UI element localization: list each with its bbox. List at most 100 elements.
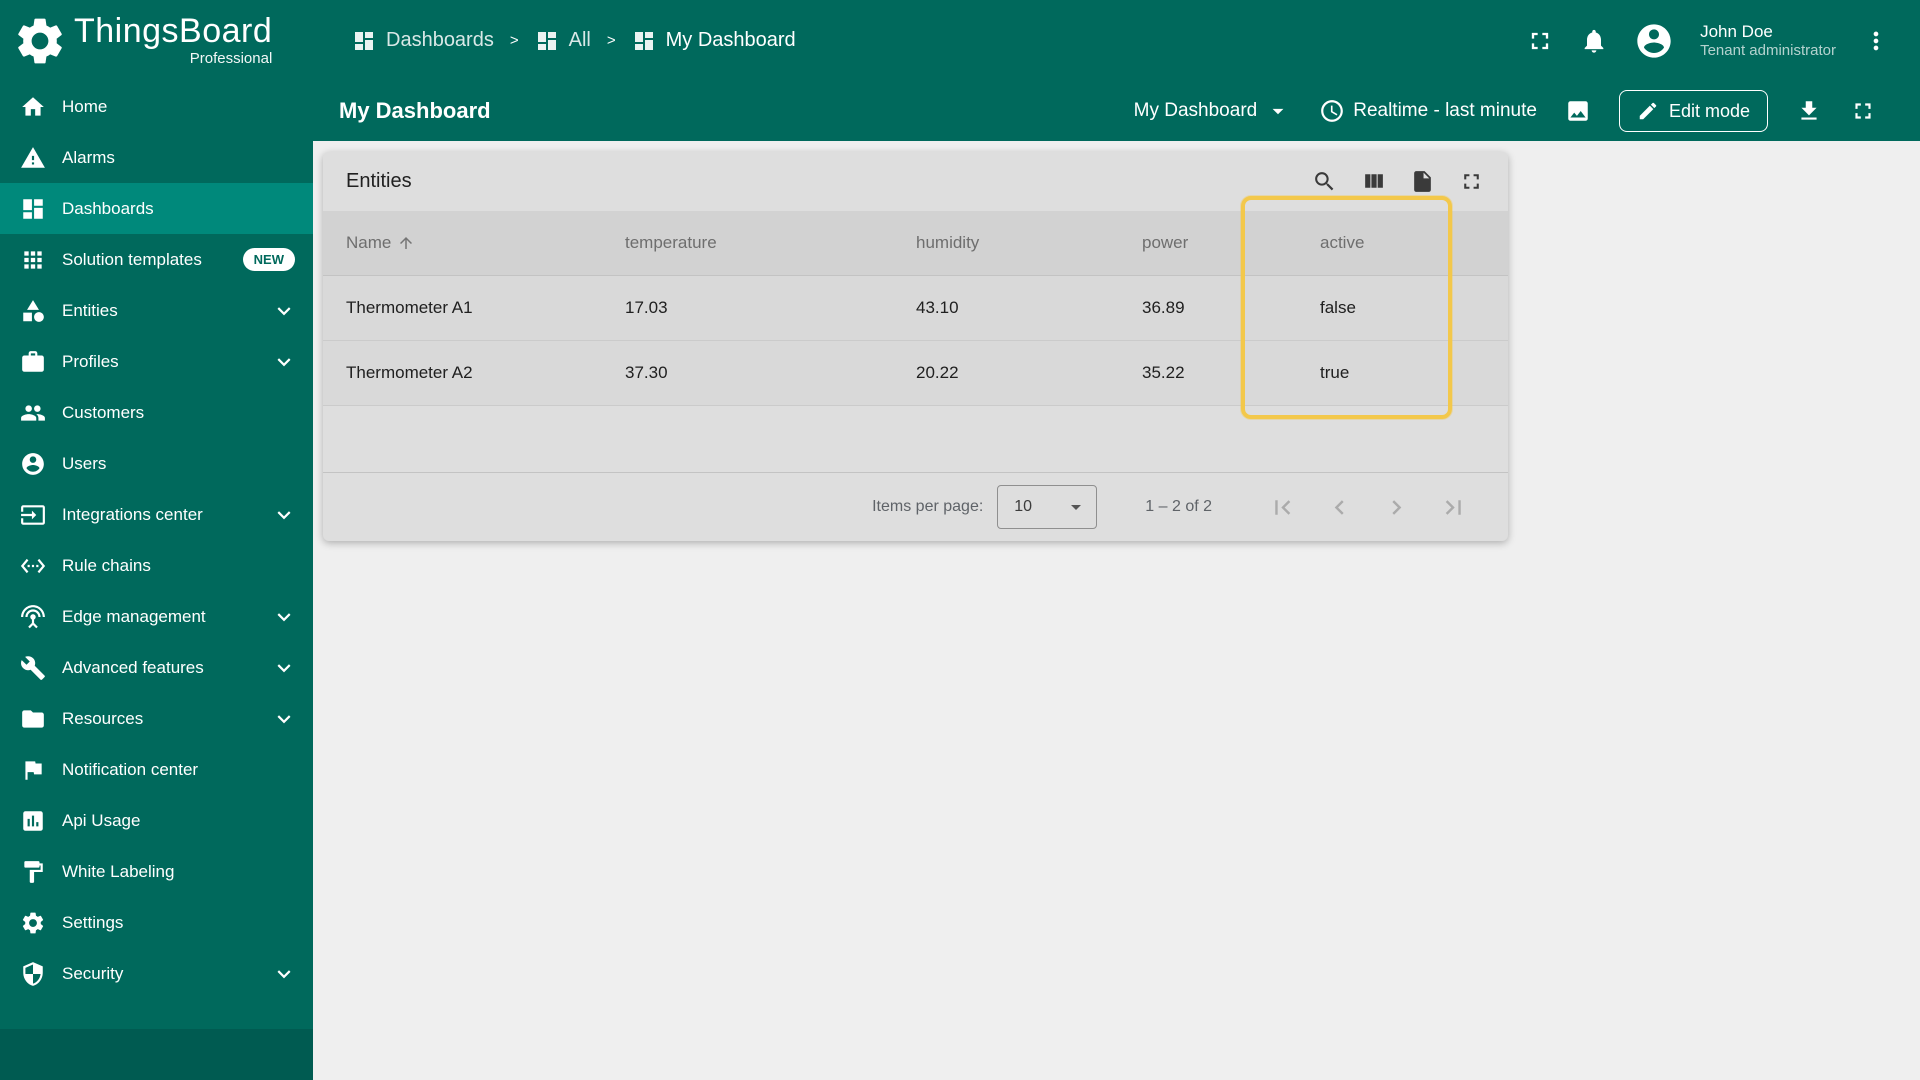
fullscreen-icon[interactable]: [1526, 27, 1554, 55]
notifications-bell-icon[interactable]: [1580, 27, 1608, 55]
sidebar-item-label: Security: [62, 963, 124, 983]
entities-icon: [23, 299, 44, 322]
columns-icon[interactable]: [1361, 169, 1386, 194]
user-icon: [22, 452, 44, 475]
sidebar-item-alarms[interactable]: Alarms: [0, 132, 313, 183]
top-header: Dashboards > All > My Dashboard John Doe…: [313, 0, 1920, 81]
sidebar-item-solution-templates[interactable]: Solution templates NEW: [0, 234, 313, 285]
sidebar-item-notification-center[interactable]: Notification center: [0, 744, 313, 795]
breadcrumb-item-all[interactable]: All: [535, 29, 591, 53]
sidebar-item-edge-management[interactable]: Edge management: [0, 591, 313, 642]
clock-icon: [1321, 100, 1344, 122]
user-name: John Doe: [1700, 21, 1773, 41]
chevron-down-icon: [277, 663, 291, 672]
items-per-page-label: Items per page:: [872, 498, 984, 515]
sidebar-item-label: Integrations center: [62, 504, 203, 524]
sidebar-item-white-labeling[interactable]: White Labeling: [0, 846, 313, 897]
previous-page-icon[interactable]: [1325, 493, 1354, 522]
table-row[interactable]: Thermometer A1 17.03 43.10 36.89 false: [323, 276, 1508, 341]
page-title: My Dashboard: [339, 98, 491, 123]
sort-asc-icon: [400, 237, 413, 249]
search-icon[interactable]: [1312, 169, 1337, 194]
page-size-select[interactable]: 10: [997, 485, 1098, 529]
sidebar-item-dashboards[interactable]: Dashboards: [0, 183, 313, 234]
breadcrumb-item-dashboards[interactable]: Dashboards: [352, 29, 494, 53]
chevron-down-icon: [277, 357, 291, 366]
new-badge: NEW: [242, 248, 295, 271]
profiles-icon: [22, 350, 44, 372]
rule-chains-icon: [20, 558, 46, 573]
avatar[interactable]: [1634, 21, 1674, 61]
gear-icon: [22, 912, 44, 933]
sidebar-item-label: Edge management: [62, 606, 206, 626]
sidebar-item-customers[interactable]: Customers: [0, 387, 313, 438]
widget-actions: [1312, 169, 1484, 194]
sidebar-item-rule-chains[interactable]: Rule chains: [0, 540, 313, 591]
cell-active: false: [1320, 298, 1356, 317]
cell-name: Thermometer A1: [346, 298, 473, 317]
sidebar-item-entities[interactable]: Entities: [0, 285, 313, 336]
entities-widget: Entities Name temperature humidity power…: [323, 152, 1508, 541]
customers-icon: [21, 404, 45, 421]
sidebar-item-label: White Labeling: [62, 861, 175, 881]
first-page-icon[interactable]: [1268, 493, 1297, 522]
sidebar-item-label: Advanced features: [62, 657, 204, 677]
last-page-icon[interactable]: [1439, 493, 1468, 522]
sidebar-item-label: Notification center: [62, 759, 199, 779]
column-header-temperature[interactable]: temperature: [602, 211, 893, 275]
brand-text: ThingsBoard Professional: [74, 11, 273, 68]
sidebar-item-integrations-center[interactable]: Integrations center: [0, 489, 313, 540]
header-actions: John Doe Tenant administrator: [1526, 21, 1890, 61]
sidebar-item-label: Api Usage: [62, 810, 141, 830]
widget-fullscreen-icon[interactable]: [1459, 169, 1484, 194]
sidebar-item-profiles[interactable]: Profiles: [0, 336, 313, 387]
breadcrumb-separator: >: [606, 32, 616, 49]
cell-humidity: 43.10: [916, 298, 959, 317]
dashboard-selector[interactable]: My Dashboard: [1134, 98, 1292, 124]
breadcrumb-label: My Dashboard: [665, 29, 796, 51]
user-info: John Doe Tenant administrator: [1700, 21, 1836, 61]
timewindow-button[interactable]: Realtime - last minute: [1319, 98, 1537, 124]
sidebar-item-settings[interactable]: Settings: [0, 897, 313, 948]
paint-icon: [24, 860, 43, 883]
sidebar-item-security[interactable]: Security: [0, 948, 313, 999]
cell-power: 36.89: [1142, 298, 1185, 317]
more-menu-icon[interactable]: [1862, 27, 1890, 55]
dashboards-icon: [355, 31, 373, 50]
column-header-active[interactable]: active: [1297, 211, 1508, 275]
sidebar-item-label: Resources: [62, 708, 144, 728]
sidebar-menu: Home Alarms Dashboards Solution template…: [0, 81, 313, 1029]
home-icon: [22, 96, 44, 116]
sidebar-item-users[interactable]: Users: [0, 438, 313, 489]
sidebar-item-advanced-features[interactable]: Advanced features: [0, 642, 313, 693]
dashboard-fullscreen-icon[interactable]: [1850, 98, 1876, 124]
dashboard-selector-label: My Dashboard: [1133, 100, 1258, 121]
integrations-icon: [21, 504, 45, 525]
next-page-icon[interactable]: [1382, 493, 1411, 522]
cell-temperature: 37.30: [625, 363, 668, 382]
chevron-down-icon: [277, 714, 291, 723]
export-file-icon[interactable]: [1410, 169, 1435, 194]
chevron-down-icon: [277, 969, 291, 978]
sidebar-item-resources[interactable]: Resources: [0, 693, 313, 744]
column-label: temperature: [625, 233, 717, 252]
cell-power: 35.22: [1142, 363, 1185, 382]
sidebar-item-api-usage[interactable]: Api Usage: [0, 795, 313, 846]
brand-edition: Professional: [189, 50, 273, 68]
brand-name: ThingsBoard: [74, 11, 273, 50]
column-header-name[interactable]: Name: [323, 211, 602, 275]
sidebar-item-home[interactable]: Home: [0, 81, 313, 132]
download-icon[interactable]: [1796, 98, 1822, 124]
thingsboard-logo-icon: [18, 18, 62, 63]
widget-title: Entities: [346, 170, 412, 192]
edit-mode-button[interactable]: Edit mode: [1618, 90, 1768, 132]
sidebar-item-label: Users: [62, 453, 107, 473]
column-header-power[interactable]: power: [1119, 211, 1297, 275]
dashboard-toolbar: My Dashboard My Dashboard Realtime - las…: [313, 81, 1920, 141]
toolbar-actions: My Dashboard Realtime - last minute Edit…: [1134, 90, 1876, 132]
table-row[interactable]: Thermometer A2 37.30 20.22 35.22 true: [323, 341, 1508, 406]
chevron-down-icon: [277, 306, 291, 315]
column-header-humidity[interactable]: humidity: [893, 211, 1119, 275]
breadcrumb-item-my-dashboard[interactable]: My Dashboard: [632, 29, 796, 53]
image-gallery-icon[interactable]: [1565, 98, 1591, 124]
